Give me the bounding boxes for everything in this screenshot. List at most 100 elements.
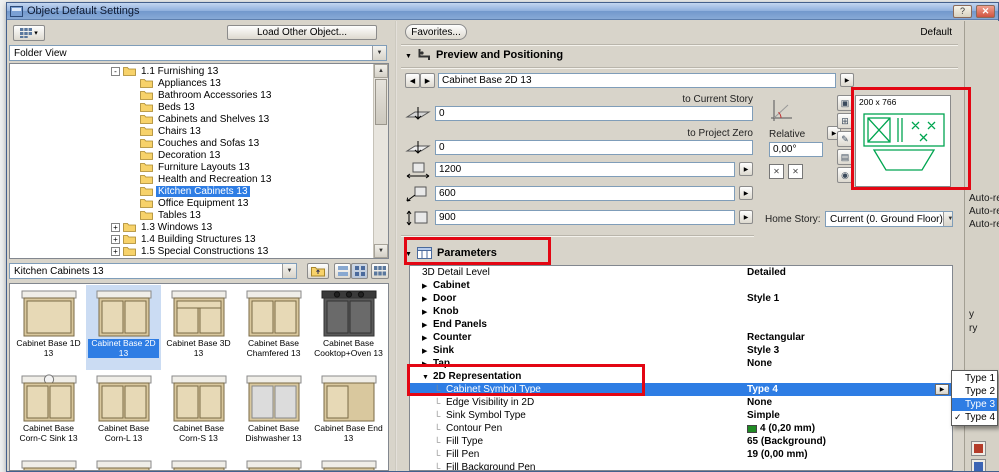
preview-tool-button[interactable]: ▣ [837,95,853,111]
library-item[interactable] [311,455,386,470]
favorites-button[interactable]: Favorites... [405,24,467,40]
expander-icon[interactable] [422,371,433,382]
tree-item-label[interactable]: 1.1 Furnishing 13 [139,66,220,77]
tree-item[interactable]: 1.3 Windows 13 [11,221,372,233]
library-item[interactable] [236,455,311,470]
tree-item-label[interactable]: Bathroom Accessories 13 [156,90,273,101]
tree-item[interactable]: 1.4 Building Structures 13 [11,233,372,245]
library-item[interactable]: Cabinet Base 2D 13 [86,285,161,370]
tree-item-label[interactable]: Appliances 13 [156,78,223,89]
tree-item-label[interactable]: 1.4 Building Structures 13 [139,234,258,245]
dropdown-option[interactable]: Type 3 [952,398,997,411]
library-item[interactable] [11,455,86,470]
tree-scrollbar[interactable] [373,64,388,258]
width-flyout-button[interactable] [739,162,753,176]
view-thumbs-button[interactable] [351,263,368,279]
tree-item-label[interactable]: 1.5 Special Constructions 13 [139,246,270,257]
tree-item[interactable]: Health and Recreation 13 [11,173,372,185]
tree-item[interactable]: 1.5 Special Constructions 13 [11,245,372,257]
library-item[interactable] [161,455,236,470]
parameter-row[interactable]: 3D Detail Level Detailed [410,266,952,279]
parameter-row[interactable]: Counter Rectangular [410,331,952,344]
tree-expander-icon[interactable] [111,234,120,244]
next-object-button[interactable]: ▶ [420,73,435,88]
tree-item-label[interactable]: Kitchen Cabinets 13 [156,185,250,197]
parameter-row[interactable]: Tap None [410,357,952,370]
parameter-flyout-button[interactable] [935,384,949,395]
rotation-angle-input[interactable] [769,142,823,157]
tree-item[interactable]: Furniture Layouts 13 [11,161,372,173]
tree-item[interactable]: Office Equipment 13 [11,197,372,209]
close-button[interactable]: ✕ [976,4,995,18]
scroll-down-button[interactable] [374,244,388,258]
tree-item[interactable]: Decoration 13 [11,149,372,161]
depth-flyout-button[interactable] [739,186,753,200]
parameter-row[interactable]: Fill Background Pen [410,461,952,470]
parameter-row[interactable]: Contour Pen 4 (0,20 mm) [410,422,952,435]
library-item[interactable]: Cabinet Base Dishwasher 13 [236,370,311,455]
object-name-field[interactable] [438,73,836,88]
dropdown-arrow-icon[interactable] [282,264,296,278]
preview-tool-button[interactable]: ◉ [837,167,853,183]
tree-item[interactable]: 1.1 Furnishing 13 [11,65,372,77]
subtype-picker-button[interactable]: ▾ [13,25,45,41]
tree-item[interactable]: Chairs 13 [11,125,372,137]
tree-item-label[interactable]: Tables 13 [156,210,203,221]
height-flyout-button[interactable] [739,210,753,224]
tree-item-label[interactable]: Couches and Sofas 13 [156,138,261,149]
width-input[interactable] [435,162,735,177]
expander-icon[interactable] [422,293,433,304]
tree-expander-icon[interactable] [111,66,120,76]
tree-item[interactable]: Tables 13 [11,209,372,221]
library-item[interactable]: Cabinet Base 1D 13 [11,285,86,370]
library-item[interactable]: Cabinet Base Chamfered 13 [236,285,311,370]
parameter-row[interactable]: Fill Pen 19 (0,00 mm) [410,448,952,461]
mirror-y-checkbox[interactable]: ✕ [788,164,803,179]
tree-item-label[interactable]: Furniture Layouts 13 [156,162,252,173]
load-other-object-button[interactable]: Load Other Object... [227,25,377,40]
elevation-to-zero-input[interactable] [435,140,753,155]
scroll-up-button[interactable] [374,64,388,78]
dropdown-option[interactable]: Type 1 [952,372,997,385]
library-item[interactable] [86,455,161,470]
tree-expander-icon[interactable] [111,222,120,232]
tree-item-label[interactable]: Cabinets and Shelves 13 [156,114,271,125]
expander-icon[interactable] [422,345,433,356]
library-item[interactable]: Cabinet Base Corn-S 13 [161,370,236,455]
parameter-row[interactable]: Knob [410,305,952,318]
collapse-arrow-icon[interactable] [405,49,412,61]
expander-icon[interactable] [422,332,433,343]
view-list-button[interactable] [334,263,351,279]
mirror-x-checkbox[interactable]: ✕ [769,164,784,179]
library-item[interactable]: Cabinet Base Corn-L 13 [86,370,161,455]
parameter-row[interactable]: Cabinet [410,279,952,292]
preview-tool-button[interactable]: ✎ [837,131,853,147]
tree-item-label[interactable]: Decoration 13 [156,150,222,161]
preview-tool-button[interactable]: ▤ [837,149,853,165]
preview-pane[interactable]: 200 x 766 [855,95,951,187]
elevation-to-story-input[interactable] [435,106,753,121]
library-item[interactable]: Cabinet Base End 13 [311,370,386,455]
parameter-row[interactable]: 2D Representation [410,370,952,383]
preview-tool-button[interactable]: ⊞ [837,113,853,129]
library-item[interactable]: Cabinet Base Cooktop+Oven 13 [311,285,386,370]
section-preview-positioning[interactable]: Preview and Positioning [405,48,563,61]
tree-item[interactable]: Bathroom Accessories 13 [11,89,372,101]
dropdown-arrow-icon[interactable] [942,212,952,226]
dropdown-option[interactable]: Type 2 [952,385,997,398]
tree-item-label[interactable]: Office Equipment 13 [156,198,250,209]
parameter-row[interactable]: Edge Visibility in 2D None [410,396,952,409]
parameter-row[interactable]: Cabinet Symbol Type Type 4 [410,383,952,396]
tree-item[interactable]: Appliances 13 [11,77,372,89]
dropdown-option[interactable]: Type 4 [952,411,997,424]
folder-view-select[interactable]: Folder View [9,45,387,61]
tree-item[interactable]: Beds 13 [11,101,372,113]
flyout-button[interactable] [840,73,854,87]
tree-item-label[interactable]: Health and Recreation 13 [156,174,273,185]
tree-item-label[interactable]: Beds 13 [156,102,197,113]
parameter-row[interactable]: Door Style 1 [410,292,952,305]
tree-item-label[interactable]: 1.3 Windows 13 [139,222,214,233]
collapse-arrow-icon[interactable] [405,247,412,259]
tree-expander-icon[interactable] [111,246,120,256]
expander-icon[interactable] [422,358,433,369]
